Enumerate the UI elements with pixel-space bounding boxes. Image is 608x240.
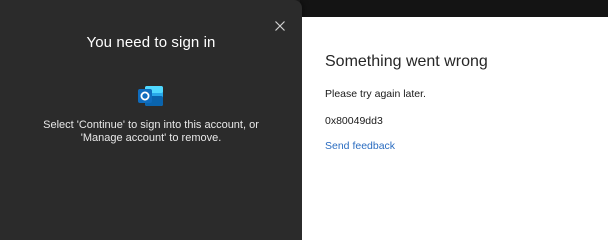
error-panel: Something went wrong Please try again la… [302, 17, 608, 240]
error-code: 0x80049dd3 [325, 115, 383, 127]
dialog-message-line2: 'Manage account' to remove. [80, 132, 222, 144]
error-message: Please try again later. [325, 88, 426, 100]
close-icon [275, 21, 285, 31]
error-title: Something went wrong [325, 53, 488, 70]
signin-dialog: You need to sign in Select 'Continue' to… [0, 0, 302, 240]
close-button[interactable] [272, 18, 288, 34]
dialog-message: Select 'Continue' to sign into this acco… [20, 119, 282, 145]
outlook-icon [137, 84, 165, 108]
send-feedback-link[interactable]: Send feedback [325, 140, 395, 152]
window-top-strip [300, 0, 608, 17]
dialog-title: You need to sign in [86, 34, 216, 51]
dialog-message-line1: Select 'Continue' to sign into this acco… [43, 119, 259, 131]
